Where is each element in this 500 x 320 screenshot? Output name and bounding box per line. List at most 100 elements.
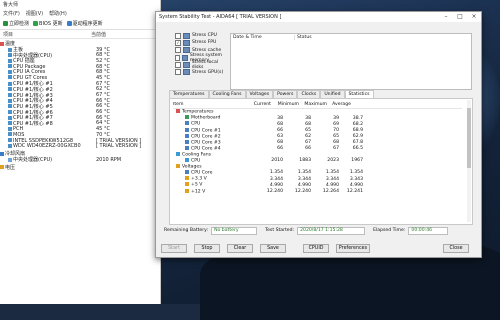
grid-current: 12.240 (266, 188, 283, 194)
grid-average: 3.343 (349, 176, 363, 182)
fan-icon (185, 158, 189, 163)
grid-minimum: 65 (305, 127, 311, 133)
stop-button[interactable]: Stop (194, 244, 220, 253)
sensor-icon (8, 121, 12, 126)
column-value[interactable]: 当前值 (91, 31, 106, 38)
save-button[interactable]: Save (260, 244, 286, 253)
statistics-panel: Item Current Minimum Maximum Average Tem… (169, 98, 473, 225)
grid-current: 3.344 (269, 176, 283, 182)
close-button[interactable]: Close (443, 244, 469, 253)
grid-minimum: 3.344 (297, 176, 311, 182)
column-item[interactable]: 项目 (0, 31, 91, 38)
grid-minimum: 68 (305, 121, 311, 127)
maximize-button[interactable]: □ (453, 12, 467, 22)
stress-checkbox[interactable] (175, 32, 181, 39)
hardware-icon (183, 32, 190, 39)
close-window-button[interactable]: × (467, 12, 481, 22)
stress-option[interactable]: Stress CPU (175, 32, 230, 39)
stress-checkbox[interactable] (175, 61, 181, 68)
sensor-icon (8, 143, 12, 148)
battery-label: Remaining Battery: (164, 228, 209, 233)
grid-average: 62.9 (352, 133, 363, 139)
stress-label: Stress GPU(s) (192, 69, 224, 75)
grid-current: 4.990 (269, 182, 283, 188)
menu-file[interactable]: 文件(F) (3, 10, 20, 17)
sensor-row[interactable]: WDC WD40EZRZ-00GXCB0 [ TRIAL VERSION ] (0, 143, 160, 149)
grid-minimum: 1.354 (297, 170, 311, 176)
grid-minimum: 62 (305, 133, 311, 139)
start-button[interactable]: Start (161, 244, 187, 253)
refresh-icon (3, 20, 8, 26)
grid-current: 68 (277, 140, 283, 146)
grid-current: 63 (277, 133, 283, 139)
voltage-icon (176, 164, 180, 169)
preferences-button[interactable]: Preferences (336, 244, 370, 253)
voltage-icon (185, 188, 189, 193)
grid-average: 66.5 (352, 146, 363, 152)
grid-average: 1967 (351, 158, 363, 164)
grid-scroll-thumb[interactable] (467, 108, 471, 168)
sensor-icon (8, 157, 12, 162)
cpu-icon (185, 170, 189, 175)
grid-item-name: +12 V (191, 189, 206, 195)
grid-scrollbar[interactable] (467, 100, 471, 222)
log-area: Date & Time Status (230, 33, 472, 90)
stress-checkbox[interactable] (175, 54, 181, 61)
grid-maximum: 65 (333, 133, 339, 139)
grid-row[interactable]: +12 V 12.240 12.240 12.264 12.241 (173, 188, 462, 194)
grid-minimum: 38 (305, 115, 311, 121)
stress-option[interactable]: Stress local disks (175, 59, 230, 70)
sensor-name: WDC WD40EZRZ-00GXCB0 (13, 143, 81, 150)
hardware-icon (183, 39, 190, 46)
grid-rows: Temperatures Motherboard 38 38 39 38.7 CPU 68 68… (173, 109, 462, 194)
test-started-value: 2020/8/17 1:15:28 (297, 226, 366, 235)
stress-checkbox[interactable] (175, 47, 181, 54)
minimize-button[interactable]: – (439, 12, 453, 22)
voltage-icon (0, 165, 4, 170)
grid-minimum: 67 (305, 140, 311, 146)
log-datetime-header: Date & Time (231, 35, 295, 40)
stress-option[interactable]: ✓ Stress FPU (175, 39, 230, 46)
stress-option[interactable]: Stress GPU(s) (175, 68, 230, 76)
section-header[interactable]: 电压 (0, 164, 160, 171)
stability-window: System Stability Test - AIDA64 [ TRIAL V… (155, 11, 482, 258)
grid-item-name: Temperatures (182, 109, 214, 115)
left-menubar: 文件(F) 视图(V) 帮助(H) (0, 9, 160, 17)
stress-checkbox[interactable]: ✓ (175, 39, 181, 46)
window-controls: – □ × (439, 12, 481, 22)
grid-item-name: CPU Core #4 (191, 146, 221, 152)
clear-button[interactable]: Clear (227, 244, 253, 253)
log-header: Date & Time Status (231, 34, 471, 41)
log-status-header: Status (297, 35, 312, 40)
stress-options: Stress CPU ✓ Stress FPU Stress cache Stress … (175, 32, 230, 76)
menu-view[interactable]: 视图(V) (26, 10, 43, 17)
hardware-icon (182, 61, 190, 68)
section-title: 电压 (5, 164, 16, 171)
sensor-icon (8, 138, 12, 143)
grid-current: 2010 (271, 158, 283, 164)
grid-minimum: 12.240 (294, 188, 311, 194)
refresh-button[interactable]: 立即检测 (3, 20, 29, 27)
grid-average: 68.2 (352, 121, 363, 127)
left-column-header: 项目 当前值 (0, 30, 160, 39)
grid-header-item: Item (173, 102, 184, 107)
button-row: Start Stop Clear Save CPUID Preferences … (161, 244, 469, 253)
sensor-list: 温度 主板 39 °C 中央处理器(CPU) 68 °C CPU 插座 52 °C CPU P… (0, 41, 160, 171)
cpuid-button[interactable]: CPUID (303, 244, 329, 253)
driver-update-button[interactable]: 驱动程序更新 (66, 20, 103, 27)
grid-item-name: +3.3 V (191, 176, 207, 182)
grid-item-name: CPU (191, 121, 201, 127)
motherboard-icon (185, 115, 189, 120)
grid-item-name: +5 V (191, 182, 203, 188)
bios-update-button[interactable]: BIOS 更新 (33, 20, 63, 27)
grid-average: 4.990 (349, 182, 363, 188)
cpu-icon (185, 139, 189, 144)
stress-checkbox[interactable] (175, 69, 181, 76)
menu-help[interactable]: 帮助(H) (49, 10, 67, 17)
grid-average: 1.354 (349, 170, 363, 176)
sensor-icon (8, 126, 12, 131)
stress-label: Stress local disks (191, 59, 219, 70)
sensor-row[interactable]: 中央处理器(CPU) 2010 RPM (0, 157, 160, 163)
sensor-icon (8, 132, 12, 137)
grid-maximum: 67 (333, 146, 339, 152)
